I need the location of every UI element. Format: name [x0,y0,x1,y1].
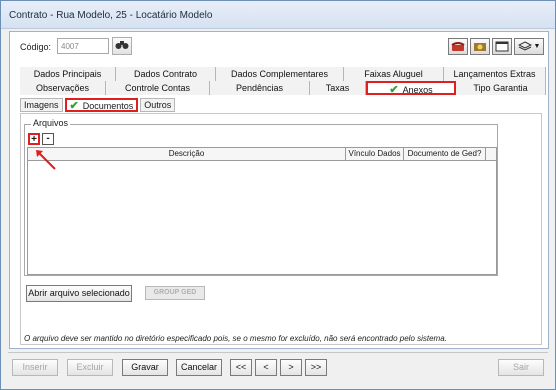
layers-dropdown[interactable]: ▼ [514,38,544,55]
files-table-header: Descrição Vínculo Dados Documento de Ged… [28,148,496,161]
window-button[interactable] [492,38,512,55]
window-title: Contrato - Rua Modelo, 25 - Locatário Mo… [9,10,213,21]
prev-record-button[interactable]: < [255,359,277,376]
search-button[interactable] [112,37,132,55]
file-note: O arquivo deve ser mantido no diretório … [24,334,447,343]
delete-button[interactable]: Excluir [67,359,113,376]
tab-dados-complementares[interactable]: Dados Complementares [216,67,344,81]
checkmark-icon: ✔ [69,100,79,112]
chevron-down-icon: ▼ [533,43,541,50]
tab-dados-principais[interactable]: Dados Principais [20,67,116,81]
photo-icon [474,43,486,51]
add-file-button[interactable]: + [28,133,40,145]
binoculars-icon [115,40,129,53]
toolbar-icons: ▼ [448,38,544,56]
subtab-row: Imagens ✔ Documentos Outros [20,98,176,112]
photos-button[interactable] [470,38,490,55]
phone-icon [451,42,465,51]
tab-observacoes[interactable]: Observações [20,81,106,95]
subtab-outros[interactable]: Outros [140,98,176,112]
tab-row-1: Dados Principais Dados Contrato Dados Co… [20,67,546,81]
files-table[interactable]: Descrição Vínculo Dados Documento de Ged… [27,147,497,275]
subtab-documentos[interactable]: ✔ Documentos [64,98,139,112]
save-button[interactable]: Gravar [122,359,168,376]
tab-dados-contrato[interactable]: Dados Contrato [116,67,216,81]
exit-button[interactable]: Sair [498,359,544,376]
window-icon [495,41,509,52]
tab-anexos[interactable]: ✔ Anexos [366,81,456,96]
subtab-imagens[interactable]: Imagens [20,98,63,112]
tab-anexos-label: Anexos [402,85,433,95]
first-record-button[interactable]: << [230,359,252,376]
footer-divider [8,352,548,353]
tab-taxas[interactable]: Taxas [310,81,366,95]
col-descricao[interactable]: Descrição [28,148,346,160]
next-record-button[interactable]: > [280,359,302,376]
phone-button[interactable] [448,38,468,55]
insert-button[interactable]: Inserir [12,359,58,376]
open-file-button[interactable]: Abrir arquivo selecionado [26,285,132,302]
tab-faixas-aluguel[interactable]: Faixas Aluguel [344,67,444,81]
checkmark-icon: ✔ [389,84,399,96]
tab-controle-contas[interactable]: Controle Contas [106,81,210,95]
tab-tipo-garantia[interactable]: Tipo Garantia [456,81,546,95]
cancel-button[interactable]: Cancelar [176,359,222,376]
tab-row-2: Observações Controle Contas Pendências T… [20,81,546,96]
layers-icon [517,41,532,51]
red-arrow-annotation [36,150,56,170]
group-ged-button[interactable]: GROUP GED [145,286,205,300]
last-record-button[interactable]: >> [305,359,327,376]
col-documento-ged[interactable]: Documento de Ged? [404,148,486,160]
remove-file-button[interactable]: - [42,133,54,145]
tab-pendencias[interactable]: Pendências [210,81,310,95]
tab-lancamentos-extras[interactable]: Lançamentos Extras [444,67,546,81]
subtab-documentos-label: Documentos [82,101,134,111]
title-bar: Contrato - Rua Modelo, 25 - Locatário Mo… [1,1,555,29]
col-vinculo-dados[interactable]: Vínculo Dados [346,148,404,160]
arquivos-legend: Arquivos [31,118,71,128]
code-field[interactable] [57,38,109,54]
code-label: Código: [20,42,52,52]
